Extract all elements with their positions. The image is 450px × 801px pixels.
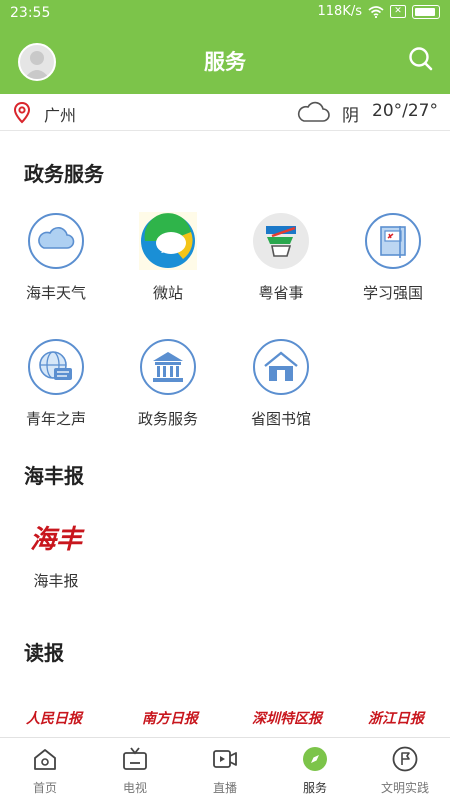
service-label: 海丰报 bbox=[33, 572, 79, 590]
service-government[interactable]: 政务服务 bbox=[112, 338, 224, 429]
home-icon bbox=[34, 749, 56, 770]
service-label: 政务服务 bbox=[137, 410, 198, 428]
weather-condition: 阴 bbox=[342, 106, 359, 126]
bottom-nav: 首页 电视 直播 服务 文明实践 bbox=[0, 737, 450, 801]
nav-label: 服务 bbox=[302, 781, 327, 795]
service-label: 粤省事 bbox=[258, 284, 304, 302]
location-weather-bar[interactable]: 广州 阴 20°/27° bbox=[0, 94, 450, 131]
location-pin-icon bbox=[14, 102, 30, 124]
paper-nanfang-ribao[interactable]: 南方日报 bbox=[142, 708, 198, 728]
page-title: 服务 bbox=[204, 50, 246, 74]
service-label: 学习强国 bbox=[362, 284, 423, 302]
sim-x-icon: ✕ bbox=[390, 5, 406, 18]
newspaper-haifeng[interactable]: 海丰 海丰报 bbox=[0, 518, 112, 591]
network-speed: 118K/s bbox=[317, 4, 363, 19]
flag-icon bbox=[392, 746, 418, 772]
tv-icon bbox=[123, 747, 147, 770]
paper-shenzhen-tequbao[interactable]: 深圳特区报 bbox=[252, 708, 322, 728]
nav-tv[interactable]: 电视 bbox=[90, 738, 180, 801]
section-title-read: 读报 bbox=[24, 641, 64, 665]
battery-icon bbox=[412, 4, 440, 19]
nav-home[interactable]: 首页 bbox=[0, 738, 90, 801]
service-youth-voice[interactable]: 青年之声 bbox=[0, 338, 112, 429]
compass-icon bbox=[303, 747, 327, 771]
nav-label: 直播 bbox=[212, 781, 237, 795]
service-micro-station[interactable]: 微站 bbox=[112, 212, 224, 303]
city-name: 广州 bbox=[44, 106, 77, 125]
search-button[interactable] bbox=[406, 44, 436, 74]
section-title-gov: 政务服务 bbox=[24, 162, 104, 186]
xuexi-qiangguo-icon bbox=[365, 213, 421, 269]
temperature-range: 20°/27° bbox=[372, 101, 438, 121]
nav-service[interactable]: 服务 bbox=[270, 738, 360, 801]
government-building-icon bbox=[140, 339, 196, 395]
service-label: 省图书馆 bbox=[250, 410, 311, 428]
service-label: 青年之声 bbox=[25, 410, 86, 428]
nav-live[interactable]: 直播 bbox=[180, 738, 270, 801]
paper-renmin-ribao[interactable]: 人民日报 bbox=[26, 708, 82, 728]
wifi-icon bbox=[368, 5, 384, 18]
status-bar: 23:55 118K/s ✕ bbox=[0, 0, 450, 26]
library-house-icon bbox=[253, 339, 309, 395]
status-time: 23:55 bbox=[10, 5, 51, 21]
haifeng-logo: 海丰 bbox=[29, 525, 82, 555]
cloud-weather-icon bbox=[297, 101, 330, 122]
service-provincial-library[interactable]: 省图书馆 bbox=[225, 338, 337, 429]
search-icon bbox=[409, 47, 433, 71]
yue-sheng-shi-icon bbox=[253, 213, 309, 269]
live-video-icon bbox=[213, 750, 237, 768]
service-xuexi-qiangguo[interactable]: 学习强国 bbox=[337, 212, 449, 303]
nav-label: 文明实践 bbox=[380, 781, 429, 795]
nav-label: 电视 bbox=[122, 781, 147, 795]
nav-civilization[interactable]: 文明实践 bbox=[360, 738, 450, 801]
service-haifeng-weather[interactable]: 海丰天气 bbox=[0, 212, 112, 303]
service-label: 微站 bbox=[152, 284, 183, 302]
paper-zhejiang-ribao[interactable]: 浙江日报 bbox=[368, 708, 424, 728]
service-label: 海丰天气 bbox=[25, 284, 86, 302]
section-title-haifeng: 海丰报 bbox=[24, 464, 84, 488]
service-yue-sheng-shi[interactable]: 粤省事 bbox=[225, 212, 337, 303]
globe-chat-icon bbox=[28, 339, 84, 395]
micro-station-icon bbox=[139, 212, 197, 270]
app-header: 服务 bbox=[0, 26, 450, 94]
cloud-icon bbox=[28, 213, 84, 269]
nav-label: 首页 bbox=[32, 781, 57, 795]
